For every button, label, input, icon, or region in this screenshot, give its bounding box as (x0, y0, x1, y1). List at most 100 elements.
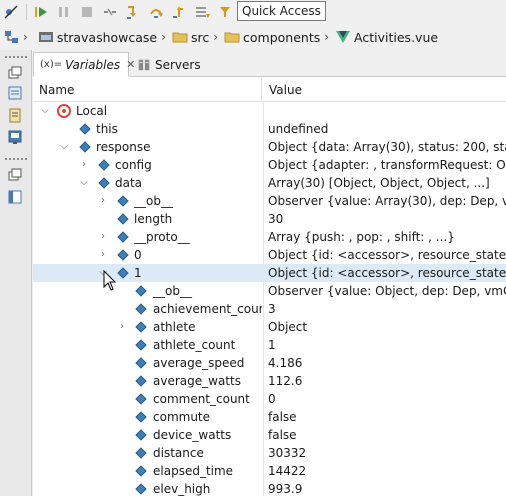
collapsed-chevron-icon[interactable]: › (97, 192, 109, 210)
breadcrumb-separator: › (161, 30, 166, 44)
table-row[interactable]: ⌵ response Object {data: Array(30), stat… (33, 138, 506, 156)
breadcrumb-item-components[interactable]: components (224, 29, 320, 45)
collapsed-chevron-icon[interactable]: › (116, 318, 128, 336)
restore-icon (8, 66, 22, 79)
table-row[interactable]: › 0 Object {id: <accessor>, resource_sta… (33, 246, 506, 264)
name-cell: achievement_count (33, 300, 262, 318)
quick-access-field[interactable]: Quick Access (237, 1, 326, 21)
value-cell: Observer {value: Array(30), dep: Dep, vm… (263, 192, 506, 210)
value-cell: false (263, 408, 506, 426)
variable-name: config (115, 158, 152, 172)
expanded-chevron-icon[interactable]: ⌵ (39, 102, 51, 120)
variable-icon (135, 375, 147, 387)
table-row[interactable]: comment_count 0 (33, 390, 506, 408)
debug-icon (8, 130, 22, 144)
table-row[interactable]: length 30 (33, 210, 506, 228)
terminate-icon (82, 7, 92, 17)
table-row[interactable]: › __ob__ Observer {value: Array(30), dep… (33, 192, 506, 210)
outline-view-button[interactable] (6, 84, 24, 102)
name-cell: › athlete (33, 318, 262, 336)
table-row[interactable]: elev_high 993.9 (33, 480, 506, 496)
value-cell: Object {adapter: , transformRequest: Obj… (263, 156, 506, 174)
variables-tree: ⌵ Local this undefined ⌵ response Object… (33, 102, 506, 496)
skip-breakpoints-button[interactable] (0, 1, 22, 23)
table-header: Name Value (33, 78, 506, 102)
breadcrumb-label: Activities.vue (354, 29, 439, 45)
column-header-name[interactable]: Name (33, 78, 262, 102)
expanded-chevron-icon[interactable]: ⌵ (58, 138, 70, 156)
table-row[interactable]: distance 30332 (33, 444, 506, 462)
breadcrumb-item-file[interactable]: Activities.vue (335, 29, 438, 45)
breadcrumb-project-menu[interactable]: › (4, 29, 34, 45)
name-cell: ⌵ Local (33, 102, 262, 120)
name-cell: ⌵ 1 (33, 264, 262, 282)
value-cell: Array(30) [Object, Object, Object, ...] (263, 174, 506, 192)
table-row[interactable]: › __proto__ Array {push: , pop: , shift:… (33, 228, 506, 246)
variable-name: this (96, 122, 118, 136)
table-row[interactable]: › config Object {adapter: , transformReq… (33, 156, 506, 174)
table-row[interactable]: ⌵ Local (33, 102, 506, 120)
table-row[interactable]: commute false (33, 408, 506, 426)
tab-label: Variables (65, 57, 121, 72)
restore-button[interactable] (6, 64, 24, 82)
restore-icon (8, 168, 22, 181)
collapsed-chevron-icon[interactable]: › (97, 228, 109, 246)
table-row[interactable]: athlete_count 1 (33, 336, 506, 354)
drop-to-frame-button[interactable] (191, 1, 213, 23)
name-cell: comment_count (33, 390, 262, 408)
table-row[interactable]: average_watts 112.6 (33, 372, 506, 390)
expanded-chevron-icon[interactable]: ⌵ (78, 174, 90, 192)
table-row[interactable]: average_speed 4.186 (33, 354, 506, 372)
folder-icon (172, 32, 188, 43)
tasks-view-button[interactable] (6, 106, 24, 124)
restore-button-2[interactable] (6, 166, 24, 184)
collapsed-chevron-icon[interactable]: › (97, 246, 109, 264)
use-step-filters-button[interactable] (214, 1, 236, 23)
variable-name: achievement_count (153, 302, 262, 316)
variable-icon (135, 339, 147, 351)
table-row[interactable]: achievement_count 3 (33, 300, 506, 318)
value-cell: Object {id: <accessor>, resource_state: … (263, 264, 506, 282)
resume-button[interactable] (30, 1, 52, 23)
variable-name: Local (76, 104, 108, 118)
name-cell: › 0 (33, 246, 262, 264)
terminate-button[interactable] (76, 1, 98, 23)
tab-variables[interactable]: (x)= Variables ✕ (33, 52, 135, 77)
table-row[interactable]: elapsed_time 14422 (33, 462, 506, 480)
table-row[interactable]: this undefined (33, 120, 506, 138)
value-cell: Observer {value: Object, dep: Dep, vmCou… (263, 282, 506, 300)
step-into-button[interactable] (122, 1, 144, 23)
debug-view-button[interactable] (6, 128, 24, 146)
value-cell: undefined (263, 120, 506, 138)
name-cell: distance (33, 444, 262, 462)
console-view-button[interactable] (6, 188, 24, 206)
variable-name: average_watts (153, 374, 241, 388)
variable-name: commute (153, 410, 211, 424)
step-over-button[interactable] (145, 1, 167, 23)
breadcrumb-item-project[interactable]: stravashowcase (38, 29, 157, 45)
strip-grip (5, 158, 27, 160)
variables-icon: (x)= (40, 59, 63, 70)
table-row[interactable]: ⌵ data Array(30) [Object, Object, Object… (33, 174, 506, 192)
suspend-button[interactable] (53, 1, 75, 23)
step-over-icon (150, 9, 163, 18)
variable-name: length (134, 212, 173, 226)
variable-icon (117, 249, 129, 261)
column-header-value[interactable]: Value (263, 78, 506, 102)
value-cell: 1 (263, 336, 506, 354)
step-into-icon (127, 6, 136, 19)
value-cell: 4.186 (263, 354, 506, 372)
variable-icon (135, 303, 147, 315)
name-cell: commute (33, 408, 262, 426)
disconnect-button[interactable] (99, 1, 121, 23)
servers-icon (138, 59, 150, 70)
collapsed-chevron-icon[interactable]: › (78, 156, 90, 174)
toolbar-separator (26, 4, 27, 20)
step-return-button[interactable] (168, 1, 190, 23)
table-row[interactable]: › athlete Object (33, 318, 506, 336)
breadcrumb-item-src[interactable]: src (172, 29, 209, 45)
variable-name: average_speed (153, 356, 245, 370)
breadcrumb: › stravashowcase › src › components › Ac… (0, 25, 506, 49)
table-row[interactable]: device_watts false (33, 426, 506, 444)
tab-servers[interactable]: Servers (131, 52, 221, 77)
